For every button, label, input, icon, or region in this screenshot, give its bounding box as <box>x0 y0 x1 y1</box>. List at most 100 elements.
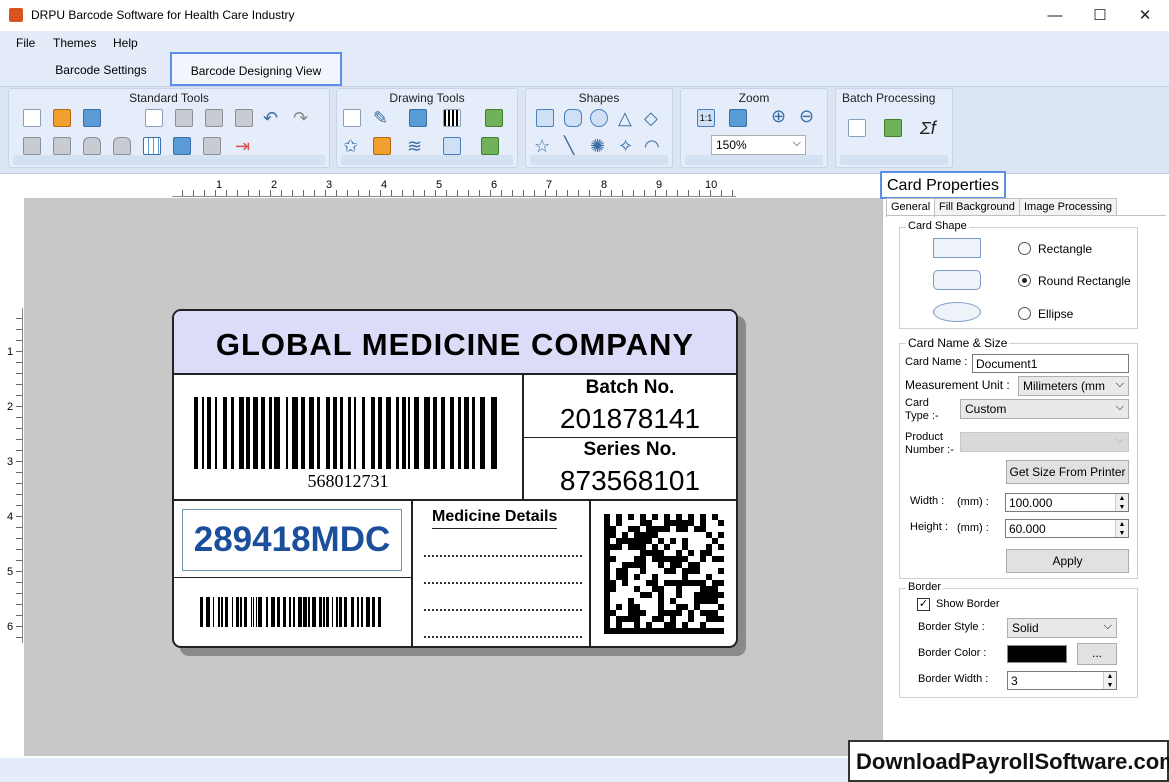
close-button[interactable]: ✕ <box>1122 0 1168 31</box>
send-back-icon[interactable] <box>23 137 41 155</box>
zoom-out-icon[interactable]: ⊖ <box>799 107 814 125</box>
tab-barcode-designing-view[interactable]: Barcode Designing View <box>170 52 342 86</box>
tab-barcode-settings[interactable]: Barcode Settings <box>50 63 152 77</box>
shapes-dropdown-icon[interactable] <box>443 137 461 155</box>
watermark-icon[interactable]: ≋ <box>407 137 422 155</box>
print-icon[interactable] <box>203 137 221 155</box>
undo-icon[interactable]: ↶ <box>263 109 278 127</box>
zoom-select[interactable]: 150% ⌵ <box>711 135 806 155</box>
arc-icon[interactable]: ◠ <box>644 137 660 155</box>
tab-image-processing[interactable]: Image Processing <box>1019 198 1118 216</box>
barcode-card[interactable]: GLOBAL MEDICINE COMPANY 568012731 Batch … <box>172 309 738 648</box>
apply-button[interactable]: Apply <box>1006 549 1129 573</box>
picture-icon[interactable] <box>409 109 427 127</box>
library-icon[interactable] <box>373 137 391 155</box>
radio-round-rectangle[interactable] <box>1018 274 1031 287</box>
spinner-icon[interactable]: ▲ ▼ <box>1115 520 1128 537</box>
open-icon[interactable] <box>53 109 71 127</box>
image-dropdown-icon[interactable] <box>481 137 499 155</box>
border-color-button[interactable]: ... <box>1077 643 1117 665</box>
fit-to-window-icon[interactable] <box>729 109 747 127</box>
burst-icon[interactable]: ✺ <box>590 137 605 155</box>
maximize-button[interactable]: ☐ <box>1077 0 1123 31</box>
chevron-down-icon: ⌵ <box>1115 401 1124 413</box>
product-number-select[interactable]: ⌵ <box>960 432 1129 452</box>
matrix-cell <box>718 628 724 634</box>
zoom-in-icon[interactable]: ⊕ <box>771 107 786 125</box>
minimize-button[interactable]: — <box>1032 0 1078 31</box>
rx-code-box[interactable]: 289418MDC <box>182 509 402 571</box>
radio-ellipse[interactable] <box>1018 307 1031 320</box>
width-input[interactable]: 100.000 ▲ ▼ <box>1005 493 1129 512</box>
barcode-bar <box>246 397 250 469</box>
menu-themes[interactable]: Themes <box>53 36 96 50</box>
barcode-bar <box>215 397 217 469</box>
group-drawing-tools: Drawing Tools ✎ ✩ ≋ <box>336 88 518 168</box>
redo-icon[interactable]: ↷ <box>293 109 308 127</box>
pen-icon[interactable]: ✎ <box>373 109 388 127</box>
delete-icon[interactable] <box>235 109 253 127</box>
star-shape-icon[interactable]: ✩ <box>343 137 358 155</box>
border-width-input[interactable]: 3 ▲ ▼ <box>1007 671 1117 690</box>
group-zoom: Zoom 1:1 ⊕ ⊖ 150% ⌵ <box>680 88 828 168</box>
show-border-checkbox[interactable]: ✓ <box>917 598 930 611</box>
matrix-cell <box>682 526 688 532</box>
star-icon[interactable]: ☆ <box>534 137 550 155</box>
lock-icon[interactable] <box>83 137 101 155</box>
export-icon[interactable]: ⇥ <box>235 137 250 155</box>
matrix-cell <box>718 520 724 526</box>
series-value: 873568101 <box>559 465 701 496</box>
height-input[interactable]: 60.000 ▲ ▼ <box>1005 519 1129 538</box>
chevron-down-icon: ⌵ <box>1115 378 1124 390</box>
paste-icon[interactable] <box>175 109 193 127</box>
text-icon[interactable] <box>343 109 361 127</box>
bring-front-icon[interactable] <box>53 137 71 155</box>
image-library-icon[interactable] <box>485 109 503 127</box>
rounded-rectangle-icon[interactable] <box>564 109 582 127</box>
measurement-unit-label: Measurement Unit : <box>905 378 1010 392</box>
actual-size-icon[interactable]: 1:1 <box>697 109 715 127</box>
menu-file[interactable]: File <box>16 36 35 50</box>
spinner-icon[interactable]: ▲ ▼ <box>1103 672 1116 689</box>
datamatrix-barcode[interactable] <box>604 514 724 634</box>
diamond-icon[interactable]: ◇ <box>644 109 658 127</box>
spinner-icon[interactable]: ▲ ▼ <box>1115 494 1128 511</box>
matrix-cell <box>670 538 676 544</box>
batch-edit-icon[interactable] <box>848 119 866 137</box>
barcode-bar <box>286 397 288 469</box>
measurement-unit-select[interactable]: Milimeters (mm ⌵ <box>1018 376 1129 396</box>
vertical-ruler: 1 2 3 4 5 6 <box>4 308 23 643</box>
excel-import-icon[interactable] <box>884 119 902 137</box>
barcode-bar <box>269 397 272 469</box>
cut-icon[interactable] <box>205 109 223 127</box>
ellipse-icon[interactable] <box>590 109 608 127</box>
border-color-swatch[interactable] <box>1007 645 1067 663</box>
copy-icon[interactable] <box>145 109 163 127</box>
card-name-input[interactable]: Document1 <box>972 354 1129 373</box>
ruler-number: 7 <box>546 179 553 191</box>
print-preview-icon[interactable] <box>173 137 191 155</box>
triangle-icon[interactable]: △ <box>618 109 632 127</box>
matrix-cell <box>718 616 724 622</box>
barcode-bar <box>332 597 333 627</box>
rectangle-icon[interactable] <box>536 109 554 127</box>
line-icon[interactable]: ╲ <box>564 137 575 155</box>
menu-help[interactable]: Help <box>113 36 138 50</box>
chevron-down-icon: ⌵ <box>1115 434 1124 446</box>
get-size-from-printer-button[interactable]: Get Size From Printer <box>1006 460 1129 484</box>
tab-fill-background[interactable]: Fill Background <box>934 198 1020 216</box>
four-point-star-icon[interactable]: ✧ <box>618 137 633 155</box>
new-icon[interactable] <box>23 109 41 127</box>
save-icon[interactable] <box>83 109 101 127</box>
formula-icon[interactable]: Σf <box>920 119 936 137</box>
grid-icon[interactable] <box>143 137 161 155</box>
company-name[interactable]: GLOBAL MEDICINE COMPANY <box>174 327 736 363</box>
small-barcode[interactable] <box>200 597 384 627</box>
border-style-select[interactable]: Solid ⌵ <box>1007 618 1117 638</box>
card-type-select[interactable]: Custom ⌵ <box>960 399 1129 419</box>
barcode-icon[interactable] <box>443 109 461 127</box>
unlock-icon[interactable] <box>113 137 131 155</box>
linear-barcode[interactable] <box>194 397 502 469</box>
radio-rectangle[interactable] <box>1018 242 1031 255</box>
group-title: Drawing Tools <box>389 91 465 105</box>
